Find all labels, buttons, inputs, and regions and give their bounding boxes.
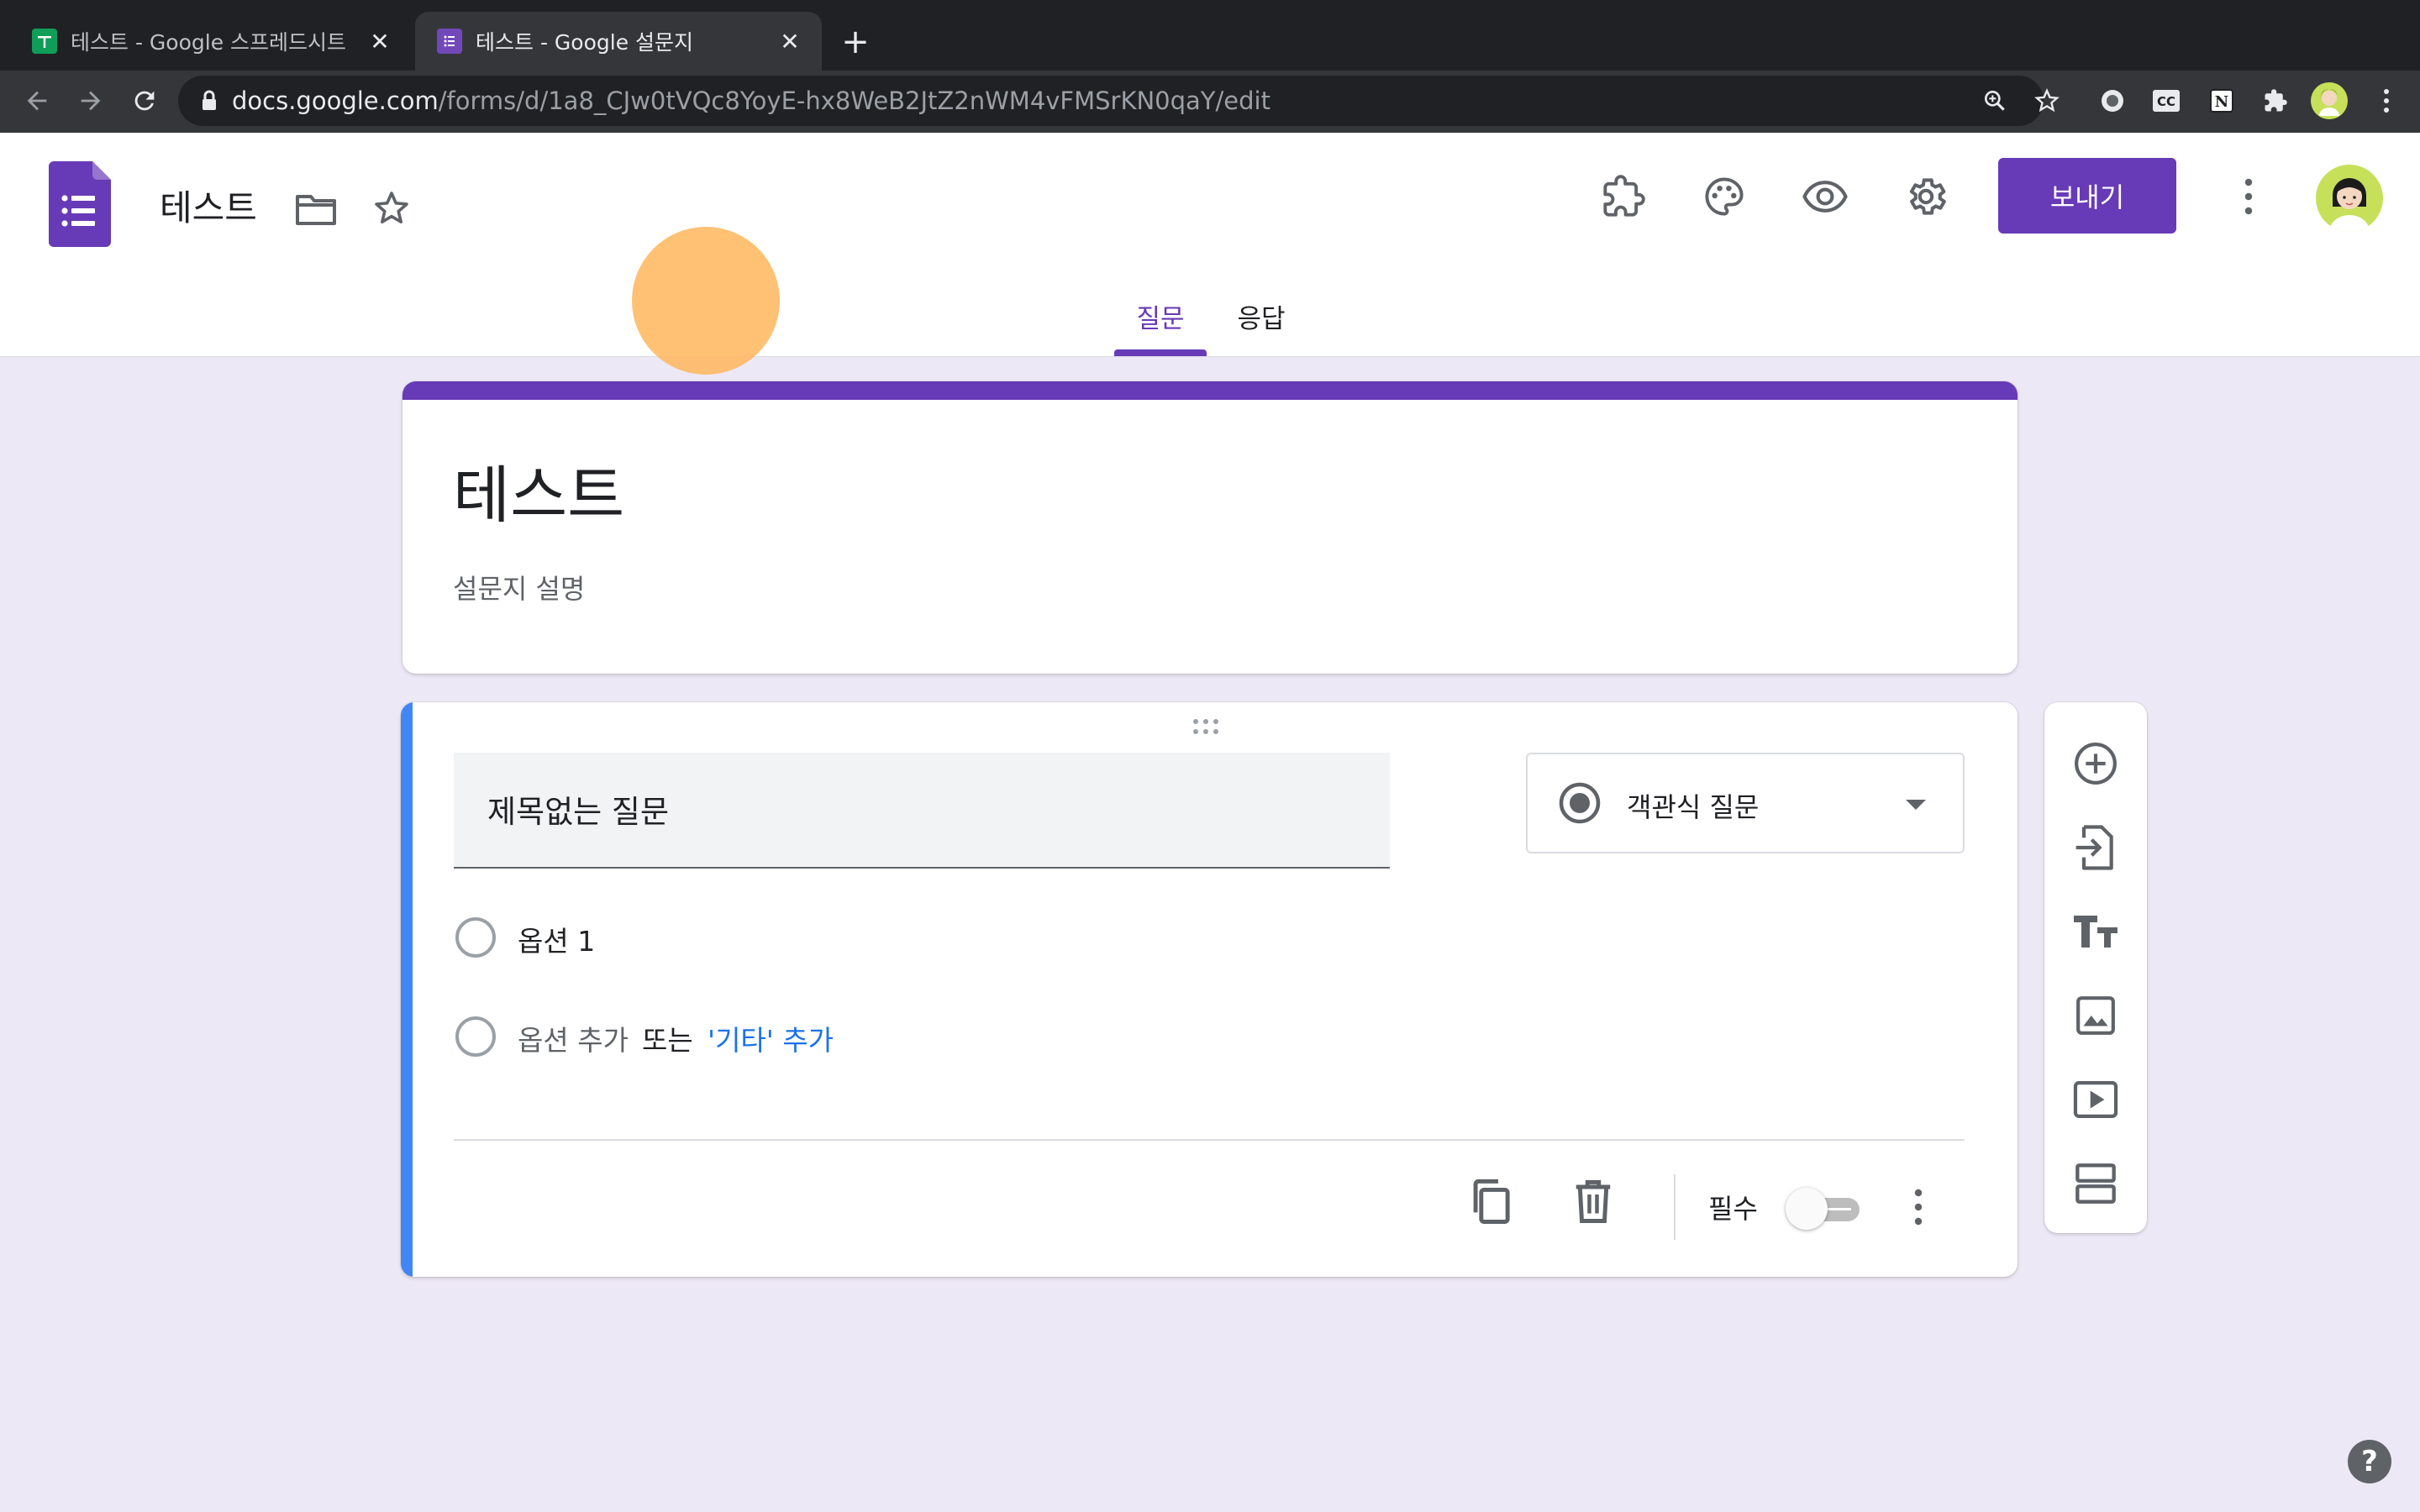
palette-icon[interactable] [1699,171,1749,222]
back-arrow-icon [27,91,47,111]
add-image-icon[interactable] [2066,986,2125,1045]
cc-extension-icon[interactable]: CC [2149,84,2183,118]
zoom-icon[interactable] [1978,84,2012,118]
question-type-label: 객관식 질문 [1627,791,1760,823]
send-button[interactable]: 보내기 [1998,158,2176,234]
required-toggle[interactable] [1786,1184,1868,1231]
side-toolbar [2044,702,2147,1233]
add-title-text-icon[interactable] [2066,902,2125,961]
form-title[interactable]: 테스트 [453,445,624,535]
browser-tab-forms[interactable]: 테스트 - Google 설문지 ✕ [415,12,822,71]
url-text: docs.google.com/forms/d/1a8_CJw0tVQc8Yoy… [232,87,1270,115]
add-other-link[interactable]: '기타' 추가 [708,1018,834,1058]
tab-questions[interactable]: 질문 [1114,297,1207,335]
dropdown-arrow-icon [1906,800,1926,810]
import-questions-icon[interactable] [2066,818,2125,877]
browser-tab-sheets[interactable]: 테스트 - Google 스프레드시트 ✕ [0,12,412,71]
svg-text:CC: CC [2157,94,2175,109]
tab-title: 테스트 - Google 설문지 [476,30,694,55]
account-avatar[interactable] [2316,165,2383,232]
forward-arrow-icon [81,91,101,111]
question-title-text: 제목없는 질문 [487,794,670,830]
sheets-icon [32,29,57,54]
new-tab-button[interactable]: + [835,18,876,66]
reload-icon [134,91,155,111]
radio-button-icon [1559,782,1601,824]
help-button[interactable]: ? [2348,1440,2391,1483]
tab-responses[interactable]: 응답 [1215,297,1307,335]
question-more-icon[interactable] [1902,1178,1935,1236]
toggle-thumb [1786,1188,1828,1230]
forward-button[interactable] [71,81,111,121]
close-tab-icon[interactable]: ✕ [775,26,805,56]
close-tab-icon[interactable]: ✕ [365,26,395,56]
reload-button[interactable] [124,81,165,121]
add-video-icon[interactable] [2066,1070,2125,1129]
preview-eye-icon[interactable] [1800,171,1850,222]
focus-bar [401,702,413,1277]
addons-puzzle-icon[interactable] [1598,171,1649,222]
back-button[interactable] [17,81,57,121]
option-label[interactable]: 옵션 1 [518,919,595,959]
address-bar[interactable]: docs.google.com/forms/d/1a8_CJw0tVQc8Yoy… [178,76,2044,126]
star-icon[interactable] [366,183,417,234]
browser-menu-icon[interactable] [2370,84,2403,118]
forms-logo-icon[interactable] [49,161,111,247]
more-options-icon[interactable] [2232,171,2265,222]
forms-icon [437,29,462,54]
form-description[interactable]: 설문지 설명 [453,568,585,606]
extensions-puzzle-icon[interactable] [2259,84,2292,118]
add-option-row: 옵션 추가 또는 '기타' 추가 [454,1010,1378,1060]
folder-icon[interactable] [291,185,341,235]
tab-active-indicator [1114,349,1207,356]
form-accent-bar [402,381,2018,400]
radio-empty-icon [455,917,496,958]
settings-gear-icon[interactable] [1901,171,1951,222]
document-title[interactable]: 테스트 [160,180,257,231]
svg-text:N: N [2215,93,2228,111]
required-label: 필수 [1708,1193,1758,1225]
lock-icon [203,90,216,110]
delete-trash-icon[interactable] [1564,1173,1623,1231]
bookmark-star-icon[interactable] [2030,84,2064,118]
extension-circle-icon[interactable] [2096,84,2129,118]
notion-extension-icon[interactable]: N [2205,84,2238,118]
drag-handle-icon[interactable] [1191,717,1228,736]
add-question-icon[interactable] [2066,734,2125,793]
question-type-dropdown[interactable]: 객관식 질문 [1526,753,1965,853]
or-text: 또는 [642,1024,693,1057]
footer-divider [454,1139,1965,1141]
add-section-icon[interactable] [2066,1154,2125,1213]
cursor-highlight [632,227,780,375]
tab-title: 테스트 - Google 스프레드시트 [71,30,347,55]
question-card: 제목없는 질문 객관식 질문 옵션 1 옵션 추가 또는 '기타' 추가 필수 [401,702,2018,1277]
footer-vertical-divider [1674,1174,1676,1240]
profile-avatar-small[interactable] [2311,82,2348,119]
question-title-field[interactable]: 제목없는 질문 [454,753,1390,869]
add-option-link[interactable]: 옵션 추가 [518,1018,629,1058]
form-title-card: 테스트 설문지 설명 [402,381,2018,674]
duplicate-icon[interactable] [1461,1173,1520,1231]
option-row: 옵션 1 [454,911,1294,961]
radio-empty-icon [455,1016,496,1057]
